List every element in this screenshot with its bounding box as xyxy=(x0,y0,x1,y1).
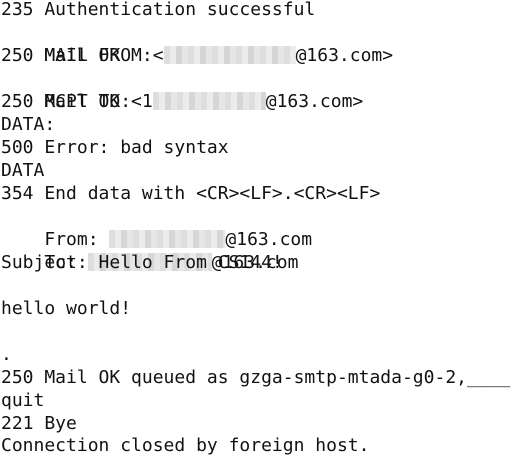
terminal-line-rcpt-to: RCPT TO:<1 @163.com> xyxy=(1,67,363,112)
terminal-line-error: 500 Error: bad syntax xyxy=(1,137,229,158)
terminal-line-dot: . xyxy=(1,344,12,365)
terminal-line-mail-ok-2: 250 Mail OK xyxy=(1,91,121,112)
redacted-email-sender xyxy=(163,46,296,64)
terminal-line-data-colon: DATA: xyxy=(1,114,56,135)
terminal-line-end-data: 354 End data with <CR><LF>.<CR><LF> xyxy=(1,183,381,204)
mail-from-suffix: @163.com> xyxy=(295,45,394,66)
terminal-line-body: hello world! xyxy=(1,298,132,319)
terminal-line-closed: Connection closed by foreign host. xyxy=(1,435,370,456)
terminal-line-mail-ok-1: 250 Mail OK xyxy=(1,45,121,66)
redacted-email-recipient xyxy=(152,92,266,110)
terminal-line-queued: 250 Mail OK queued as gzga-smtp-mtada-g0… xyxy=(1,367,511,388)
terminal-line-bye: 221 Bye xyxy=(1,413,77,434)
terminal-line-auth: 235 Authentication successful xyxy=(1,0,316,20)
terminal-line-mail-from: MAIL FROM:< @163.com> xyxy=(1,21,393,66)
terminal-window[interactable]: 235 Authentication successful MAIL FROM:… xyxy=(0,0,513,456)
terminal-line-data: DATA xyxy=(1,160,45,181)
terminal-line-quit: quit xyxy=(1,390,45,411)
rcpt-to-suffix: @163.com> xyxy=(265,91,364,112)
terminal-line-subject: Subject: Hello From CS144! xyxy=(1,252,283,273)
terminal-line-to-header: To: @163.com xyxy=(1,228,298,273)
terminal-line-from-header: From: @163.com xyxy=(1,205,312,250)
